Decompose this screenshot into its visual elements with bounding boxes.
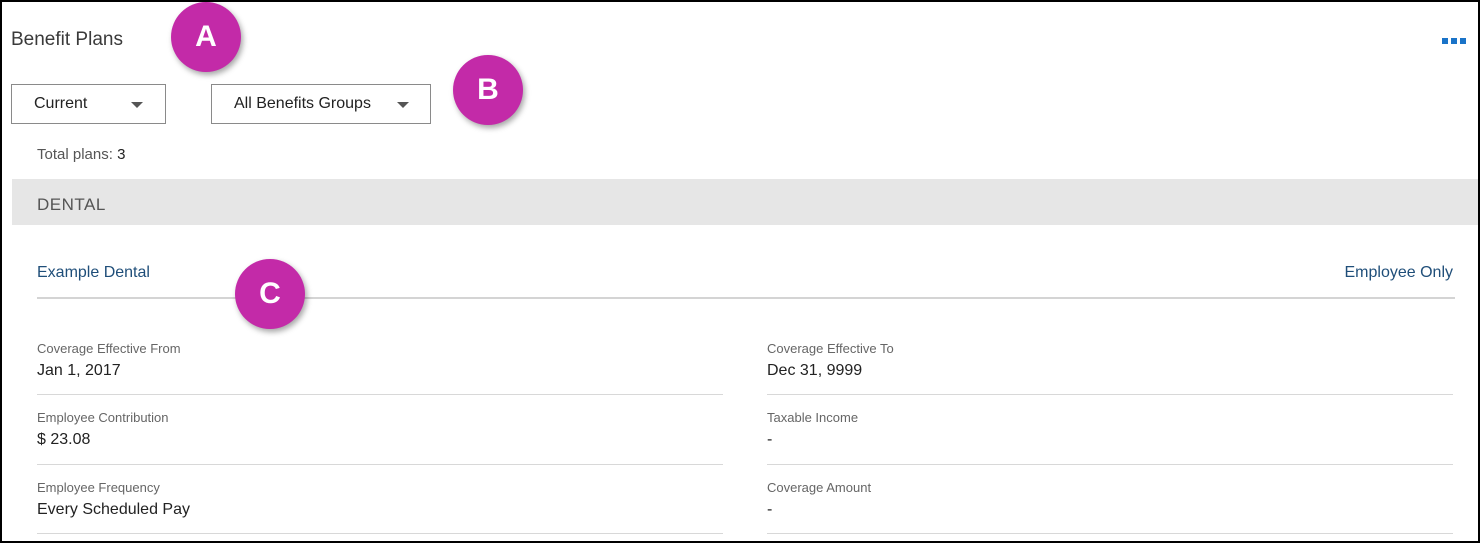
status-dropdown-value: Current	[34, 95, 88, 112]
section-header-dental: DENTAL	[12, 179, 1478, 225]
field-value: Dec 31, 9999	[767, 362, 863, 379]
field-label: Coverage Amount	[767, 480, 872, 495]
field-coverage-amount: Coverage Amount -	[767, 480, 1453, 534]
more-dot	[1442, 38, 1448, 44]
field-value: -	[767, 501, 773, 518]
field-label: Employee Frequency	[37, 480, 160, 495]
divider	[37, 533, 723, 534]
field-employee-contribution: Employee Contribution $ 23.08	[37, 410, 723, 465]
field-value: Jan 1, 2017	[37, 362, 121, 379]
more-dot	[1451, 38, 1457, 44]
field-taxable-income: Taxable Income -	[767, 410, 1453, 465]
total-plans-label: Total plans:	[37, 146, 113, 163]
divider	[767, 533, 1453, 534]
benefits-group-dropdown-value: All Benefits Groups	[234, 95, 371, 112]
total-plans-count: 3	[117, 146, 126, 163]
benefit-plans-panel: Benefit Plans Current All Benefits Group…	[0, 0, 1480, 543]
more-horizontal-icon[interactable]	[1442, 38, 1466, 44]
field-employee-frequency: Employee Frequency Every Scheduled Pay	[37, 480, 723, 534]
field-value: Every Scheduled Pay	[37, 501, 190, 518]
chevron-down-icon	[397, 102, 409, 108]
chevron-down-icon	[131, 102, 143, 108]
more-dot	[1460, 38, 1466, 44]
divider	[767, 464, 1453, 465]
callout-badge-b: B	[453, 55, 523, 125]
field-label: Coverage Effective To	[767, 341, 894, 356]
callout-badge-c: C	[235, 259, 305, 329]
field-label: Employee Contribution	[37, 410, 169, 425]
section-title: DENTAL	[37, 195, 106, 214]
plan-coverage-tier[interactable]: Employee Only	[1345, 264, 1454, 282]
field-label: Coverage Effective From	[37, 341, 181, 356]
benefits-group-dropdown[interactable]: All Benefits Groups	[211, 84, 431, 124]
plan-name-link[interactable]: Example Dental	[37, 264, 150, 282]
field-value: -	[767, 431, 773, 448]
divider	[37, 464, 723, 465]
field-label: Taxable Income	[767, 410, 859, 425]
total-plans: Total plans: 3	[37, 146, 125, 163]
field-coverage-effective-to: Coverage Effective To Dec 31, 9999	[767, 341, 1453, 395]
page-title: Benefit Plans	[11, 29, 123, 50]
status-dropdown[interactable]: Current	[11, 84, 166, 124]
divider	[37, 394, 723, 395]
field-coverage-effective-from: Coverage Effective From Jan 1, 2017	[37, 341, 723, 395]
field-value: $ 23.08	[37, 431, 91, 448]
divider	[767, 394, 1453, 395]
callout-badge-a: A	[171, 2, 241, 72]
